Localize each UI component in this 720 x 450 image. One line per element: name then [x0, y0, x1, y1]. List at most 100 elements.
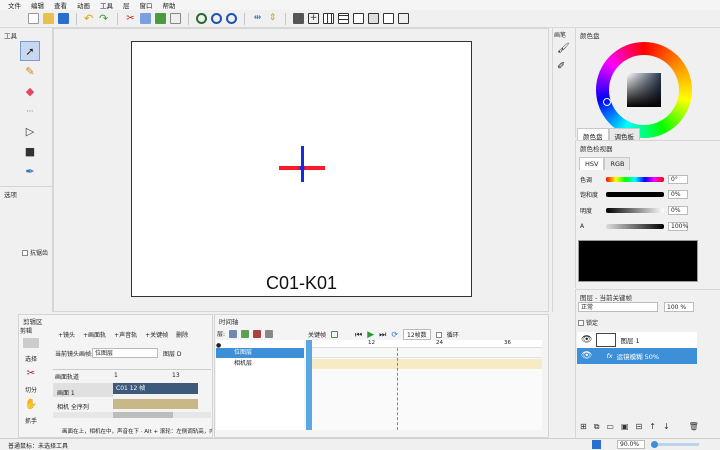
add-vector-layer-icon[interactable] [241, 329, 250, 338]
add-layer-icon[interactable]: ⊞ [580, 422, 587, 432]
loop-icon[interactable]: ⟳ [391, 330, 398, 339]
redo-icon[interactable]: ↷ [99, 13, 110, 24]
bone-icon[interactable]: ⋯ [20, 101, 40, 121]
menu-help[interactable]: 帮助 [163, 0, 176, 10]
play-icon[interactable]: ▶ [367, 330, 374, 340]
save-status-icon[interactable] [592, 440, 601, 449]
move-down-icon[interactable]: ↓ [663, 422, 670, 432]
delete-layer-icon[interactable] [265, 329, 274, 338]
menu-window[interactable]: 窗口 [140, 0, 153, 10]
pencil-icon[interactable]: ✎ [20, 61, 40, 81]
layer-opacity-field[interactable]: 100 % [664, 302, 694, 312]
current-shot-select[interactable]: 位图层 [92, 348, 158, 358]
open-folder-icon[interactable] [43, 13, 54, 24]
eraser-icon[interactable]: ◆ [20, 81, 40, 101]
color-wheel[interactable] [596, 42, 692, 138]
export-icon[interactable] [398, 13, 409, 24]
camera-clip[interactable] [113, 399, 198, 409]
hue-slider[interactable] [606, 176, 664, 182]
menu-view[interactable]: 查看 [54, 0, 67, 10]
add-sound-track-button[interactable]: +声音轨 [114, 330, 137, 339]
add-bitmap-layer-icon[interactable] [229, 329, 238, 338]
flip-v-icon[interactable]: ⇕ [267, 13, 278, 24]
duplicate-layer-icon[interactable]: ⧉ [594, 422, 600, 432]
prev-frame-icon[interactable]: ⏮ [355, 330, 362, 340]
loop-checkbox[interactable] [435, 331, 442, 338]
folder-icon[interactable]: ▭ [606, 422, 614, 432]
onion-icon[interactable] [368, 13, 379, 24]
hand-tool-icon[interactable]: ✋ [25, 400, 37, 410]
frame-row-bitmap[interactable] [306, 348, 542, 358]
tab-hsv[interactable]: HSV [579, 157, 605, 170]
saturation-value-square[interactable] [627, 73, 661, 107]
antialias-checkbox[interactable] [22, 249, 28, 256]
add-shot-button[interactable]: +镜头 [58, 330, 75, 339]
color-picker-handle[interactable] [603, 98, 611, 106]
add-picture-track-button[interactable]: +画面轨 [83, 330, 106, 339]
layer-item[interactable]: 👁 图层 1 [577, 332, 697, 348]
layer-item-selected[interactable]: 👁 fx 运镜模糊 50% [577, 348, 697, 364]
brightness-value[interactable]: 0% [668, 205, 688, 215]
zoom-fit-icon[interactable] [226, 13, 237, 24]
eye-icon[interactable]: 👁 [581, 351, 592, 361]
frame-row-camera[interactable] [306, 359, 542, 369]
menu-layer[interactable]: 层 [123, 0, 130, 10]
brush-icon[interactable]: 🖌 [557, 43, 570, 54]
saturation-slider[interactable] [606, 191, 664, 197]
add-keyframe-icon[interactable] [331, 331, 339, 338]
zoom-out-icon[interactable] [211, 13, 222, 24]
key-icon[interactable] [383, 13, 394, 24]
select-tool-icon[interactable] [23, 338, 39, 348]
blend-mode-select[interactable]: 正常 [578, 302, 658, 312]
brush-settings-icon[interactable]: ✐ [557, 61, 565, 72]
timeline-layer-bitmap[interactable]: 位图层 [216, 348, 304, 358]
eye-icon[interactable]: 👁 [581, 335, 592, 345]
add-keyframe-button[interactable]: +关键帧 [145, 330, 168, 339]
pointer-icon[interactable]: ▷ [20, 121, 40, 141]
zoom-in-icon[interactable] [196, 13, 207, 24]
cut-icon[interactable]: ✂ [125, 13, 136, 24]
zoom-field[interactable]: 90.0% [617, 440, 645, 449]
duplicate-icon[interactable] [170, 13, 181, 24]
fps-select[interactable]: 12帧数 [403, 329, 431, 340]
scroll-thumb[interactable] [113, 412, 173, 418]
delete-button[interactable]: 删除 [176, 330, 188, 339]
drawing-paper[interactable]: C01-K01 [131, 41, 472, 297]
saturation-value[interactable]: 0% [668, 189, 688, 199]
alpha-value[interactable]: 100% [668, 221, 688, 231]
shot-clip[interactable]: C01 12 帧 [113, 383, 198, 394]
timeline-frames[interactable]: 12 24 36 [306, 340, 542, 430]
undo-icon[interactable]: ↶ [84, 13, 95, 24]
move-up-icon[interactable]: ↑ [649, 422, 656, 432]
menu-edit[interactable]: 编辑 [31, 0, 44, 10]
layer-lock-checkbox[interactable] [578, 319, 584, 326]
link-icon[interactable]: ⊟ [636, 422, 643, 432]
tab-rgb[interactable]: RGB [604, 157, 631, 170]
zoom-slider-handle[interactable] [651, 441, 658, 448]
camera-tool-icon[interactable]: ■ [20, 141, 40, 161]
save-icon[interactable] [58, 13, 69, 24]
add-sound-layer-icon[interactable] [253, 329, 262, 338]
menu-animation[interactable]: 动画 [77, 0, 90, 10]
alpha-slider[interactable] [606, 223, 664, 229]
paste-icon[interactable] [155, 13, 166, 24]
frame-icon[interactable] [293, 13, 304, 24]
merge-icon[interactable]: ▣ [621, 422, 629, 432]
split-tool-icon[interactable]: ✂ [27, 369, 35, 379]
select-arrow-icon[interactable]: ➚ [20, 41, 40, 61]
copy-icon[interactable] [140, 13, 151, 24]
timeline-layer-camera[interactable]: 相机层 [216, 359, 304, 369]
add-frame-icon[interactable]: + [308, 13, 319, 24]
flip-h-icon[interactable]: ⇹ [252, 13, 263, 24]
new-file-icon[interactable] [28, 13, 39, 24]
next-frame-icon[interactable]: ⏭ [379, 330, 386, 340]
menu-tools[interactable]: 工具 [100, 0, 113, 10]
menu-file[interactable]: 文件 [8, 0, 21, 10]
zoom-slider[interactable] [651, 441, 699, 448]
camera-icon[interactable] [353, 13, 364, 24]
grid-icon[interactable] [323, 13, 334, 24]
eyedropper-icon[interactable]: ✒ [20, 161, 40, 181]
delete-layer-icon[interactable]: 🗑 [689, 422, 699, 432]
brightness-slider[interactable] [606, 207, 664, 213]
grid2-icon[interactable] [338, 13, 349, 24]
